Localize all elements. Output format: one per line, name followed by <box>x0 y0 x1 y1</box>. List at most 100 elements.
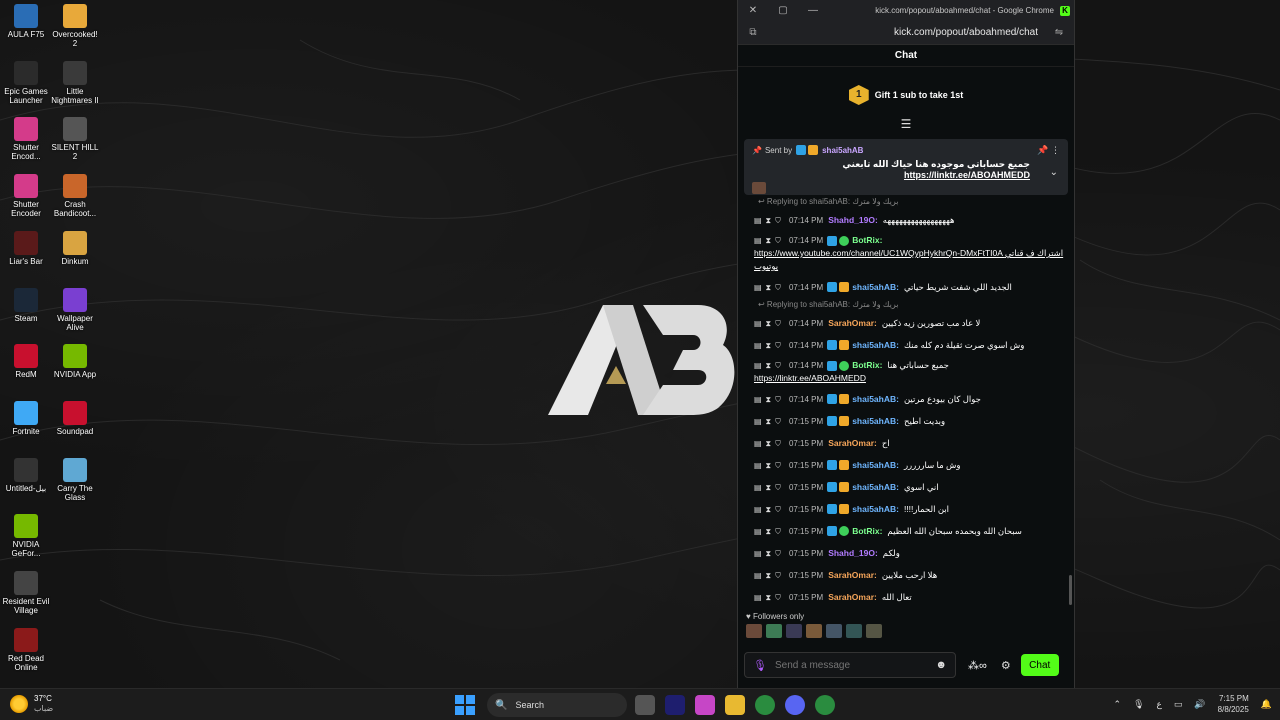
maximize-icon[interactable]: ▢ <box>768 5 798 16</box>
clock[interactable]: 7:15 PM 8/8/2025 <box>1218 693 1249 715</box>
file-explorer-icon[interactable] <box>725 695 745 715</box>
chat-message[interactable]: ▤⧗⛉ 07:15 PM SarahOmar: هلا ارحب ملايين <box>746 564 1066 586</box>
message-input[interactable] <box>774 659 936 671</box>
close-icon[interactable]: ✕ <box>738 5 768 16</box>
chat-message[interactable]: ▤⧗⛉ 07:15 PM shai5ahAB: وش ما ساررررر <box>746 454 1066 476</box>
gift-banner[interactable]: 1 Gift 1 sub to take 1st <box>738 75 1074 115</box>
message-username[interactable]: Shahd_19O: <box>828 547 878 560</box>
message-username[interactable]: shai5ahAB: <box>852 281 899 294</box>
desktop-shortcut[interactable]: Shutter Encoder <box>0 174 52 230</box>
emoji-icon[interactable]: ☻ <box>935 659 947 671</box>
discord-icon[interactable] <box>785 695 805 715</box>
chevron-up-icon[interactable]: ⌃ <box>1114 699 1122 710</box>
emote[interactable] <box>766 624 782 638</box>
language-indicator[interactable]: ع <box>1157 699 1162 710</box>
pinned-username[interactable]: shai5ahAB <box>822 146 863 155</box>
message-box[interactable]: 🎙 ☻ <box>744 652 956 678</box>
task-view-icon[interactable] <box>635 695 655 715</box>
chat-message[interactable]: ▤⧗⛉ 07:14 PM Shahd_19O: هههههههههههههههههه <box>746 209 1066 231</box>
chat-message[interactable]: ▤⧗⛉ 07:15 PM Shahd_19O: ولكم <box>746 542 1066 564</box>
chat-message[interactable]: ▤⧗⛉ 07:14 PM shai5ahAB: وش اسوي صرت ثقيلة د… <box>746 334 1066 356</box>
windows-start-icon[interactable] <box>455 695 475 715</box>
filter-icon[interactable]: ☰ <box>738 117 1074 133</box>
mic-tray-icon[interactable]: 🎙 <box>1133 699 1144 710</box>
channel-points-icon[interactable]: ⁂∞ <box>968 659 987 672</box>
desktop-shortcut[interactable]: Shutter Encod... <box>0 117 52 173</box>
desktop-shortcut[interactable]: NVIDIA App <box>49 344 101 400</box>
send-chat-button[interactable]: Chat <box>1020 654 1059 676</box>
chat-message[interactable]: ▤⧗⛉ 07:15 PM shai5ahAB: اني اسوي <box>746 476 1066 498</box>
notifications-icon[interactable]: 🔔 <box>1261 699 1272 710</box>
message-username[interactable]: SarahOmar: <box>828 591 877 604</box>
desktop-shortcut[interactable]: Red Dead Online <box>0 627 52 684</box>
unpin-icon[interactable]: 📌 ⋮ <box>1037 145 1060 156</box>
desktop-shortcut[interactable]: Untitled-بيل <box>0 457 52 514</box>
message-username[interactable]: shai5ahAB: <box>852 415 899 428</box>
gear-icon[interactable]: ⚙ <box>1001 659 1011 672</box>
message-username[interactable]: BotRix: <box>852 234 882 247</box>
mod-tools-icon[interactable]: ▤⧗⛉ <box>754 437 785 450</box>
emote[interactable] <box>866 624 882 638</box>
message-username[interactable]: SarahOmar: <box>828 569 877 582</box>
emote[interactable] <box>826 624 842 638</box>
install-app-icon[interactable]: ⧉ <box>738 27 768 38</box>
desktop-shortcut[interactable]: Resident Evil Village <box>0 571 52 627</box>
mod-tools-icon[interactable]: ▤⧗⛉ <box>754 281 785 294</box>
url-text[interactable]: kick.com/popout/aboahmed/chat <box>768 27 1044 38</box>
message-link[interactable]: https://www.youtube.com/channel/UC1WQypH… <box>754 247 1066 273</box>
message-username[interactable]: shai5ahAB: <box>852 503 899 516</box>
chrome-icon[interactable] <box>815 695 835 715</box>
message-username[interactable]: BotRix: <box>852 525 882 538</box>
chat-message[interactable]: ▤⧗⛉ 07:14 PM shai5ahAB: جوال كان بيودع مرتي… <box>746 388 1066 410</box>
message-username[interactable]: shai5ahAB: <box>852 393 899 406</box>
pinned-link[interactable]: https://linktr.ee/ABOAHMEDD <box>904 170 1030 180</box>
mod-tools-icon[interactable]: ▤⧗⛉ <box>754 359 785 372</box>
desktop-shortcut[interactable]: NVIDIA GeFor... <box>0 514 52 570</box>
chat-message[interactable]: ▤⧗⛉ 07:15 PM BotRix: سبحان الله وبحمده سبحا… <box>746 520 1066 542</box>
mod-tools-icon[interactable]: ▤⧗⛉ <box>754 569 785 582</box>
volume-icon[interactable]: 🔊 <box>1194 699 1205 710</box>
desktop-shortcut[interactable]: Steam <box>0 287 52 344</box>
mod-tools-icon[interactable]: ▤⧗⛉ <box>754 317 785 330</box>
mod-tools-icon[interactable]: ▤⧗⛉ <box>754 393 785 406</box>
message-link[interactable]: https://linktr.ee/ABOAHMEDD <box>754 372 1066 385</box>
chrome-icon[interactable] <box>755 695 775 715</box>
site-settings-icon[interactable]: ⇋ <box>1044 27 1074 38</box>
mod-tools-icon[interactable]: ▤⧗⛉ <box>754 459 785 472</box>
taskbar-search[interactable]: 🔍 Search <box>487 693 627 717</box>
mod-tools-icon[interactable]: ▤⧗⛉ <box>754 525 785 538</box>
message-username[interactable]: shai5ahAB: <box>852 339 899 352</box>
mic-icon[interactable]: 🎙 <box>753 659 767 672</box>
message-username[interactable]: shai5ahAB: <box>852 481 899 494</box>
desktop-shortcut[interactable]: SILENT HILL 2 <box>49 117 101 173</box>
desktop-shortcut[interactable]: Fortnite <box>0 400 52 457</box>
mod-tools-icon[interactable]: ▤⧗⛉ <box>754 503 785 516</box>
chat-message[interactable]: ▤⧗⛉ 07:14 PM BotRix: جميع حساباتي هنا https:… <box>746 356 1066 388</box>
chevron-down-icon[interactable]: ⌄ <box>1050 167 1058 178</box>
mod-tools-icon[interactable]: ▤⧗⛉ <box>754 591 785 604</box>
reply-context[interactable]: ↩ Replying to shai5ahAB: بريك ولا مترك <box>746 197 1066 209</box>
network-icon[interactable]: ▭ <box>1174 699 1183 710</box>
mod-tools-icon[interactable]: ▤⧗⛉ <box>754 214 785 227</box>
chat-message[interactable]: ▤⧗⛉ 07:14 PM SarahOmar: لا عاد مب تصورين زي… <box>746 312 1066 334</box>
premiere-icon[interactable] <box>665 695 685 715</box>
desktop-shortcut[interactable]: Carry The Glass <box>49 457 101 514</box>
emote[interactable] <box>746 624 762 638</box>
desktop-shortcut[interactable]: Overcooked! 2 <box>49 4 101 60</box>
mod-tools-icon[interactable]: ▤⧗⛉ <box>754 234 785 247</box>
mod-tools-icon[interactable]: ▤⧗⛉ <box>754 415 785 428</box>
desktop-shortcut[interactable]: Liar's Bar <box>0 230 52 287</box>
photos-icon[interactable] <box>695 695 715 715</box>
chat-message[interactable]: ▤⧗⛉ 07:15 PM SarahOmar: تعال الله <box>746 586 1066 608</box>
message-username[interactable]: SarahOmar: <box>828 317 877 330</box>
desktop-shortcut[interactable]: AULA F75 <box>0 4 52 60</box>
message-username[interactable]: shai5ahAB: <box>852 459 899 472</box>
desktop-shortcut[interactable]: Little Nightmares II <box>49 60 101 117</box>
reply-context[interactable]: ↩ Replying to shai5ahAB: بريك ولا مترك <box>746 300 1066 312</box>
weather-widget[interactable]: 37°C ضباب <box>10 694 53 714</box>
emote[interactable] <box>806 624 822 638</box>
emote[interactable] <box>846 624 862 638</box>
message-username[interactable]: BotRix: <box>852 359 882 372</box>
chat-message[interactable]: ▤⧗⛉ 07:15 PM shai5ahAB: !!!!ابن الحمار <box>746 498 1066 520</box>
emote[interactable] <box>786 624 802 638</box>
